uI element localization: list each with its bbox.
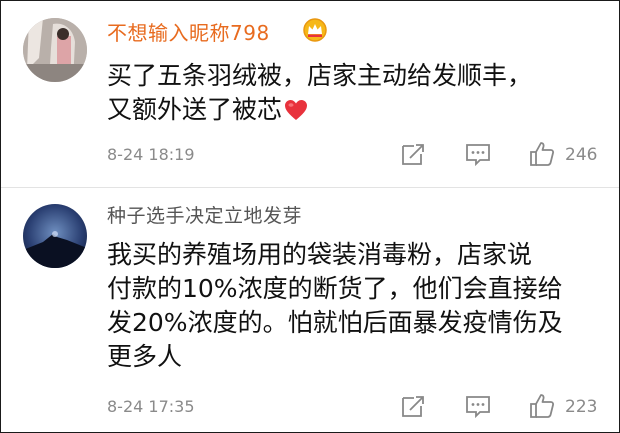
- comment-item: 种子选手决定立地发芽 我买的养殖场用的袋装消毒粉，店家说 付款的10%浓度的断货…: [1, 188, 619, 432]
- thumbs-up-icon[interactable]: [529, 141, 555, 167]
- timestamp: 8-24 18:19: [107, 145, 195, 164]
- comment-line: 又额外送了被芯: [107, 95, 283, 124]
- username[interactable]: 不想输入昵称798: [107, 17, 270, 46]
- heart-emoji-icon: [285, 100, 308, 120]
- repost-icon[interactable]: [400, 393, 426, 419]
- comment-line: 买了五条羽绒被，店家主动给发顺丰，: [107, 61, 533, 90]
- repost-icon[interactable]: [400, 141, 426, 167]
- comment-line: 我买的养殖场用的袋装消毒粉，店家说: [107, 240, 533, 269]
- thumbs-up-icon[interactable]: [529, 393, 555, 419]
- like-count: 223: [565, 397, 598, 417]
- avatar[interactable]: [23, 204, 87, 268]
- comment-meta: 8-24 17:35 223: [1, 393, 619, 423]
- comment-list: 不想输入昵称798 买了五条羽绒被，店家主动给发顺丰， 又额外送了被芯 8-24…: [0, 0, 620, 433]
- comment-line: 付款的10%浓度的断货了，他们会直接给: [107, 274, 563, 303]
- comment-line: 更多人: [107, 342, 183, 371]
- comment-meta: 8-24 18:19 246: [1, 141, 619, 171]
- comment-line-with-emoji: 又额外送了被芯: [107, 93, 607, 127]
- avatar[interactable]: [23, 18, 87, 82]
- like-count: 246: [565, 145, 598, 165]
- comment-item: 不想输入昵称798 买了五条羽绒被，店家主动给发顺丰， 又额外送了被芯 8-24…: [1, 1, 619, 187]
- crown-badge-icon[interactable]: [302, 18, 328, 42]
- username[interactable]: 种子选手决定立地发芽: [107, 201, 302, 228]
- comment-text: 我买的养殖场用的袋装消毒粉，店家说 付款的10%浓度的断货了，他们会直接给 发2…: [107, 238, 607, 374]
- comment-text: 买了五条羽绒被，店家主动给发顺丰， 又额外送了被芯: [107, 59, 607, 127]
- reply-icon[interactable]: [465, 141, 491, 167]
- reply-icon[interactable]: [465, 393, 491, 419]
- timestamp: 8-24 17:35: [107, 397, 195, 416]
- comment-line: 发20%浓度的。怕就怕后面暴发疫情伤及: [107, 308, 563, 337]
